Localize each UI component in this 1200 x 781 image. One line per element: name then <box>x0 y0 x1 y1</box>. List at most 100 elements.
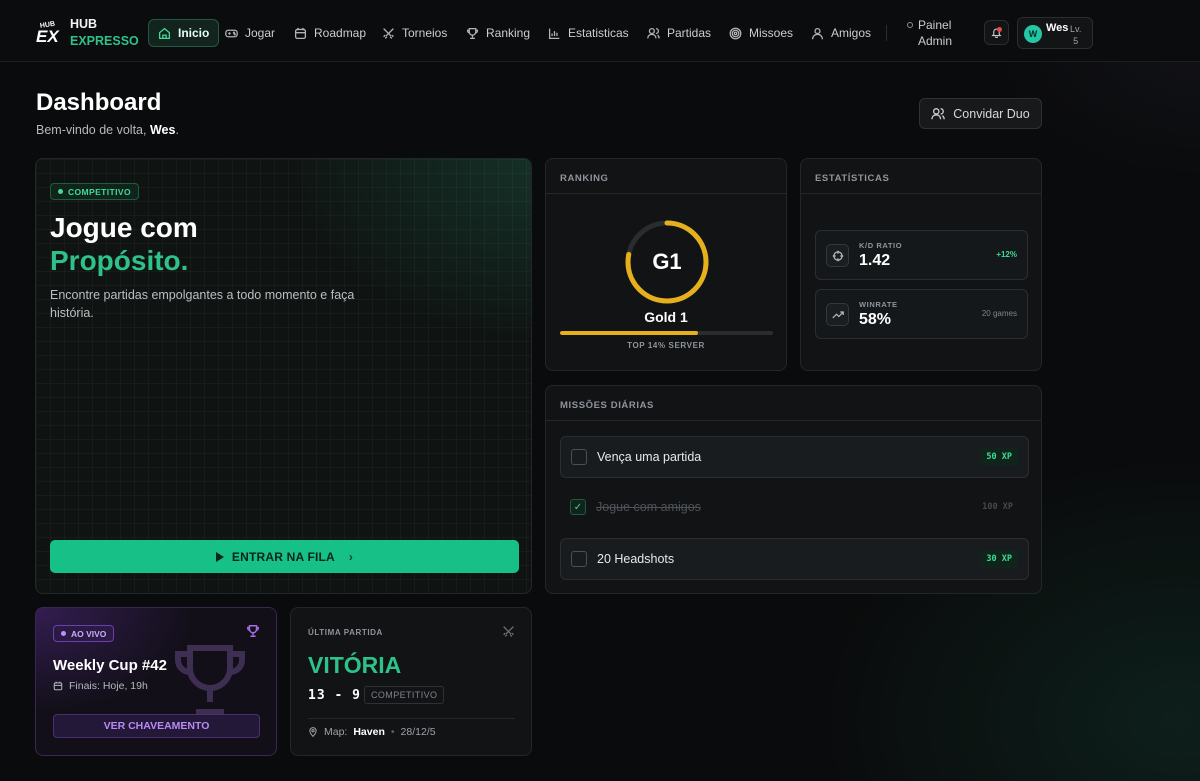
user-level: Lv. 5 <box>1070 24 1082 46</box>
kd-value: 1.42 <box>859 252 891 269</box>
mission-item[interactable]: Vença uma partida 50 XP <box>560 436 1029 478</box>
match-map-info: Map: Haven • 28/12/5 <box>308 726 436 738</box>
trending-up-icon <box>826 303 849 326</box>
nav-label: Estatisticas <box>568 26 629 40</box>
view-bracket-button[interactable]: VER CHAVEAMENTO <box>53 714 260 738</box>
stats-header: ESTATÍSTICAS <box>801 159 1041 194</box>
avatar: W <box>1024 25 1042 43</box>
gamepad-icon <box>225 29 238 37</box>
welcome-username: Wes <box>149 123 176 137</box>
mission-item[interactable]: 20 Headshots 30 XP <box>560 538 1029 580</box>
nav-item-partidas[interactable]: Partidas <box>647 19 711 47</box>
tournament-finals: Finais: Hoje, 19h <box>53 680 148 692</box>
enter-queue-button[interactable]: ENTRAR NA FILA › <box>50 540 519 573</box>
winrate-stat: WINRATE 58% 20 games <box>815 289 1028 339</box>
bar-chart-icon <box>548 28 560 39</box>
swords-icon <box>383 27 394 39</box>
mission-title: Vença uma partida <box>597 450 702 464</box>
calendar-icon <box>294 27 307 39</box>
nav-divider <box>886 25 887 41</box>
winrate-games: 20 games <box>981 309 1017 318</box>
chevron-right-icon: › <box>348 549 354 564</box>
nav-item-inicio[interactable]: Inicio <box>148 19 220 47</box>
hero-description: Encontre partidas empolgantes a todo mom… <box>50 288 355 320</box>
admin-label: Painel Admin <box>918 18 953 48</box>
competitive-badge: COMPETITIVO <box>50 183 139 200</box>
mission-xp: 50 XP <box>980 448 1018 466</box>
brand-name[interactable]: HUB EXPRESSO <box>70 16 139 50</box>
invite-duo-button[interactable]: Convidar Duo <box>919 98 1042 129</box>
tournament-title: Weekly Cup #42 <box>53 657 167 674</box>
trophy-watermark-icon <box>175 645 245 715</box>
user-name: Wes <box>1046 22 1069 34</box>
admin-panel-link[interactable]: Painel Admin <box>907 17 952 49</box>
winrate-value: 58% <box>859 311 892 328</box>
nav-label: Jogar <box>245 26 276 40</box>
crosshair-icon <box>826 244 849 267</box>
rank-progress-bar <box>560 331 773 335</box>
match-mode-badge: COMPETITIVO <box>364 686 445 704</box>
mission-item[interactable]: ✓ Jogue com amigos 100 XP <box>560 487 1029 529</box>
rank-percentile: TOP 14% SERVER <box>627 341 705 350</box>
trophy-icon <box>466 27 479 39</box>
mission-checkbox[interactable] <box>571 551 587 567</box>
mission-checkbox[interactable]: ✓ <box>570 499 586 515</box>
divider <box>308 718 515 719</box>
user-menu[interactable]: W Wes Lv. 5 <box>1017 17 1093 49</box>
invite-duo-label: Convidar Duo <box>953 106 1030 121</box>
top-navbar: HUB EX HUB EXPRESSO Inicio Jogar Roadmap… <box>0 0 1200 62</box>
map-name: Haven <box>353 726 385 738</box>
enter-queue-label: ENTRAR NA FILA <box>231 549 335 564</box>
nav-label: Ranking <box>486 26 531 40</box>
kd-change: +12% <box>996 250 1017 259</box>
live-badge: AO VIVO <box>53 625 115 642</box>
brand-line-2: EXPRESSO <box>70 34 139 48</box>
hero-card: COMPETITIVO Jogue com Propósito. Encontr… <box>35 158 532 594</box>
play-icon <box>215 551 224 562</box>
last-match-card: ÚLTIMA PARTIDA VITÓRIA 13 - 9 COMPETITIV… <box>290 607 532 756</box>
calendar-icon <box>53 681 63 691</box>
mission-xp: 30 XP <box>980 550 1018 568</box>
users-icon <box>647 27 660 38</box>
nav-item-estatisticas[interactable]: Estatisticas <box>548 19 629 47</box>
trophy-icon <box>247 625 259 637</box>
svg-text:EX: EX <box>36 27 60 44</box>
admin-dot-icon <box>907 22 913 28</box>
nav-item-roadmap[interactable]: Roadmap <box>294 19 366 47</box>
mission-checkbox[interactable] <box>571 449 587 465</box>
nav-item-torneios[interactable]: Torneios <box>382 19 447 47</box>
target-icon <box>729 27 742 39</box>
kd-label: K/D RATIO <box>859 241 903 250</box>
page-title: Dashboard <box>36 89 162 116</box>
nav-label: Amigos <box>831 26 872 40</box>
welcome-text: Bem-vindo de volta, Wes. <box>36 123 179 137</box>
hub-ex-logo[interactable]: HUB EX <box>36 18 66 44</box>
mission-title: 20 Headshots <box>597 552 675 566</box>
swords-icon <box>503 626 514 637</box>
user-icon <box>811 27 824 39</box>
nav-item-missoes[interactable]: Missoes <box>729 19 793 47</box>
mission-title: Jogue com amigos <box>596 500 701 514</box>
tournament-card: AO VIVO Weekly Cup #42 Finais: Hoje, 19h… <box>35 607 277 756</box>
missions-header: MISSÕES DIÁRIAS <box>546 386 1041 421</box>
hero-title: Jogue com Propósito. <box>50 212 198 276</box>
match-result: VITÓRIA <box>308 652 402 678</box>
nav-label: Partidas <box>667 26 712 40</box>
notification-dot <box>997 27 1002 32</box>
match-date: 28/12/5 <box>400 726 436 738</box>
users-icon <box>931 107 946 119</box>
notifications-button[interactable] <box>984 20 1009 45</box>
nav-label: Roadmap <box>314 26 367 40</box>
brand-line-1: HUB <box>70 17 98 31</box>
daily-missions-card: MISSÕES DIÁRIAS Vença uma partida 50 XP … <box>545 385 1042 594</box>
rank-name: Gold 1 <box>644 309 688 325</box>
ranking-card: RANKING G1 Gold 1 TOP 14% SERVER <box>545 158 787 371</box>
nav-item-ranking[interactable]: Ranking <box>466 19 530 47</box>
nav-item-jogar[interactable]: Jogar <box>225 19 275 47</box>
nav-item-amigos[interactable]: Amigos <box>811 19 871 47</box>
ranking-header: RANKING <box>546 159 786 194</box>
map-pin-icon <box>309 727 317 737</box>
rank-emblem: G1 <box>652 249 682 274</box>
match-score: 13 - 9 <box>308 688 361 703</box>
nav-label: Missoes <box>749 26 794 40</box>
